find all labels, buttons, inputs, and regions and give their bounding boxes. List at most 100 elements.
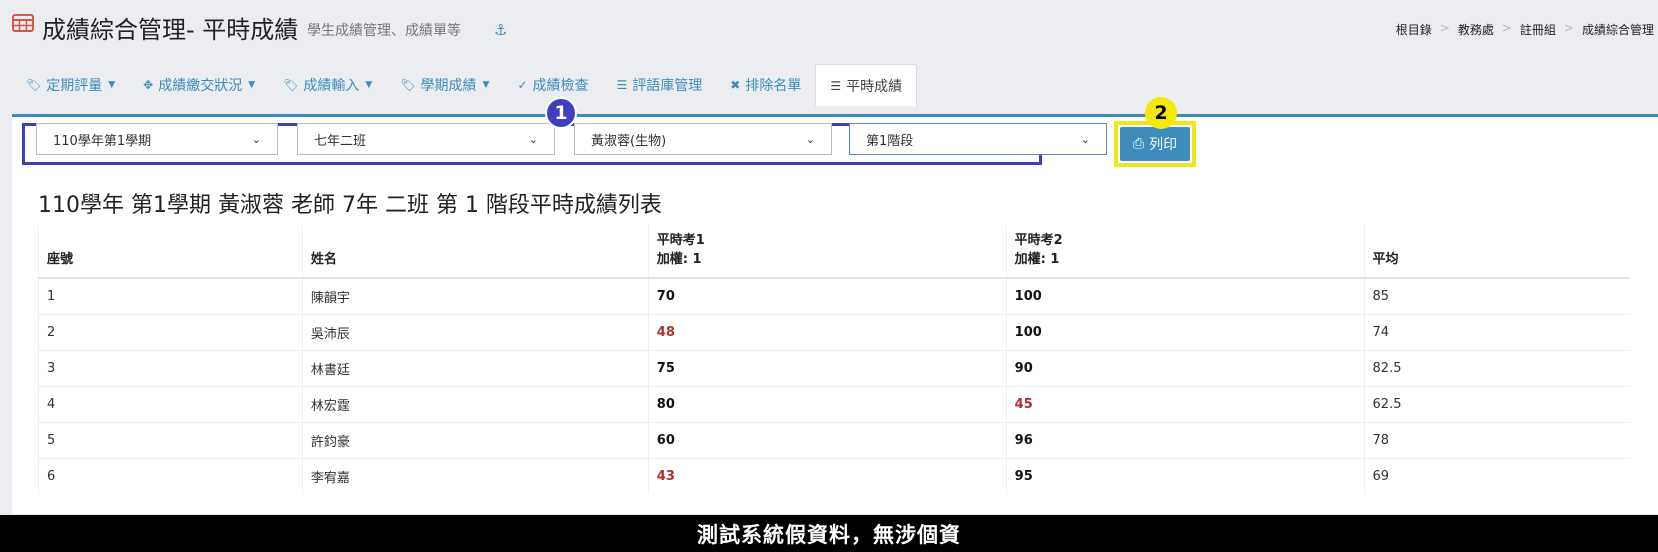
tab-exclusion-list[interactable]: ✖ 排除名單 (716, 64, 815, 106)
breadcrumb-item-academic[interactable]: 教務處 (1458, 21, 1494, 38)
print-icon: ⎙ (1132, 136, 1145, 152)
crosshairs-icon: ✥ (143, 78, 154, 92)
name-cell: 林書廷 (301, 349, 649, 386)
tab-regular-score[interactable]: ☰ 平時成績 (815, 64, 918, 106)
content-panel: 110學年第1學期 ⌄ 七年二班 ⌄ 黃淑蓉(生物) ⌄ 第1階段 ⌄ 1 ⎙ … (12, 97, 1658, 514)
user-times-icon: ✖ (730, 78, 741, 92)
tab-semester-score[interactable]: 🏷 學期成績 ▼ (386, 64, 503, 106)
quiz2-cell: 100 (1005, 277, 1365, 314)
quiz1-cell: 75 (647, 349, 1007, 386)
breadcrumb-separator: > (1563, 21, 1574, 35)
tab-label: 成績輸入 (303, 78, 360, 94)
semester-select[interactable]: 110學年第1學期 ⌄ (36, 123, 278, 155)
name-cell: 許鈞豪 (301, 421, 649, 458)
quiz2-cell: 90 (1005, 349, 1365, 386)
table-row: 5 許鈞豪 60 96 78 (38, 421, 1630, 458)
table-row: 2 吳沛辰 48 100 74 (38, 313, 1630, 350)
class-select[interactable]: 七年二班 ⌄ (297, 123, 555, 155)
seat-cell: 2 (38, 313, 303, 350)
column-header-quiz1[interactable]: 平時考1 加權: 1 (647, 225, 1007, 279)
disclaimer-banner: 測試系統假資料，無涉個資 (0, 515, 1658, 552)
tags-icon: 🏷 (400, 78, 416, 92)
breadcrumb-separator: > (1439, 21, 1450, 35)
breadcrumb-item-current[interactable]: 成績綜合管理 (1582, 21, 1654, 38)
quiz1-cell: 70 (647, 277, 1007, 314)
name-cell: 林宏霆 (301, 385, 649, 422)
quiz1-title: 平時考1 (656, 233, 705, 248)
chevron-down-icon: ⌄ (528, 132, 538, 146)
anchor-icon[interactable]: ⚓ (494, 22, 510, 38)
quiz1-cell: 60 (647, 421, 1007, 458)
seat-cell: 6 (38, 457, 303, 494)
semester-select-value: 110學年第1學期 (53, 133, 152, 149)
column-header-seat[interactable]: 座號 (38, 225, 303, 279)
teacher-select[interactable]: 黃淑蓉(生物) ⌄ (574, 123, 832, 155)
class-select-value: 七年二班 (314, 133, 367, 149)
check-circle-icon: ✓ (517, 78, 528, 92)
tab-submission-status[interactable]: ✥ 成績繳交狀況 ▼ (129, 64, 269, 106)
name-cell: 吳沛辰 (301, 313, 649, 350)
database-icon: ☰ (830, 78, 842, 93)
page-header: 成績綜合管理- 平時成績 學生成績管理、成績單等 ⚓ 根目錄 > 教務處 > 註… (0, 0, 1658, 60)
name-cell: 李宥嘉 (301, 457, 649, 494)
tab-label: 評語庫管理 (632, 78, 703, 94)
quiz2-title: 平時考2 (1014, 233, 1063, 248)
tab-score-input[interactable]: 🏷 成績輸入 ▼ (269, 64, 386, 106)
average-cell: 82.5 (1363, 349, 1630, 386)
table-header-row: 座號 姓名 平時考1 加權: 1 平時考2 加權: 1 平均 (38, 225, 1630, 279)
column-header-name[interactable]: 姓名 (301, 225, 649, 279)
breadcrumb-item-root[interactable]: 根目錄 (1396, 21, 1432, 38)
tab-bar: 🏷 定期評量 ▼ ✥ 成績繳交狀況 ▼ 🏷 成績輸入 ▼ 🏷 學期成績 ▼ ✓ … (12, 64, 918, 106)
column-header-quiz2[interactable]: 平時考2 加權: 1 (1005, 225, 1365, 279)
seat-cell: 4 (38, 385, 303, 422)
print-button[interactable]: ⎙ 列印 (1120, 127, 1190, 161)
tags-icon: 🏷 (26, 78, 42, 92)
quiz2-cell: 96 (1005, 421, 1365, 458)
column-header-average[interactable]: 平均 (1363, 225, 1630, 279)
tab-regular-exam[interactable]: 🏷 定期評量 ▼ (12, 64, 129, 106)
tab-comment-library[interactable]: ☰ 評語庫管理 (603, 64, 717, 106)
table-row: 1 陳韻宇 70 100 85 (38, 277, 1630, 314)
table-row: 6 李宥嘉 43 95 69 (38, 457, 1630, 494)
average-cell: 78 (1363, 421, 1630, 458)
quiz1-weight: 加權: 1 (656, 252, 702, 267)
tab-label: 成績檢查 (532, 78, 589, 94)
tags-icon: 🏷 (283, 78, 299, 92)
breadcrumb-item-registry[interactable]: 註冊組 (1520, 21, 1556, 38)
step-badge-1: 1 (545, 97, 577, 129)
quiz1-cell: 43 (647, 457, 1007, 494)
page-title: 成績綜合管理- 平時成績 (42, 16, 299, 44)
quiz1-cell: 80 (647, 385, 1007, 422)
breadcrumb: 根目錄 > 教務處 > 註冊組 > 成績綜合管理 (1396, 21, 1654, 38)
seat-cell: 5 (38, 421, 303, 458)
seat-cell: 3 (38, 349, 303, 386)
tab-label: 排除名單 (745, 78, 802, 94)
database-icon: ☰ (616, 78, 628, 92)
step-badge-2: 2 (1145, 97, 1177, 129)
teacher-select-value: 黃淑蓉(生物) (591, 133, 667, 149)
average-cell: 74 (1363, 313, 1630, 350)
caret-down-icon: ▼ (482, 80, 490, 90)
tab-label: 成績繳交狀況 (158, 78, 243, 94)
table-row: 4 林宏霆 80 45 62.5 (38, 385, 1630, 422)
breadcrumb-separator: > (1501, 21, 1512, 35)
quiz1-cell: 48 (647, 313, 1007, 350)
print-button-label: 列印 (1149, 137, 1178, 153)
average-cell: 62.5 (1363, 385, 1630, 422)
average-cell: 69 (1363, 457, 1630, 494)
name-cell: 陳韻宇 (301, 277, 649, 314)
quiz2-weight: 加權: 1 (1014, 252, 1060, 267)
tab-label: 定期評量 (46, 78, 103, 94)
caret-down-icon: ▼ (365, 80, 373, 90)
quiz2-cell: 45 (1005, 385, 1365, 422)
stage-select[interactable]: 第1階段 ⌄ (849, 123, 1107, 155)
page-subtitle: 學生成績管理、成績單等 (307, 23, 461, 39)
quiz2-cell: 95 (1005, 457, 1365, 494)
caret-down-icon: ▼ (108, 80, 116, 90)
table-icon (12, 14, 34, 32)
stage-select-value: 第1階段 (866, 133, 914, 149)
score-table: 座號 姓名 平時考1 加權: 1 平時考2 加權: 1 平均 1 陳韻宇 70 … (38, 225, 1630, 494)
chevron-down-icon: ⌄ (805, 132, 815, 146)
list-title: 110學年 第1學期 黃淑蓉 老師 7年 二班 第 1 階段平時成績列表 (38, 193, 662, 218)
tab-label: 學期成績 (420, 78, 477, 94)
